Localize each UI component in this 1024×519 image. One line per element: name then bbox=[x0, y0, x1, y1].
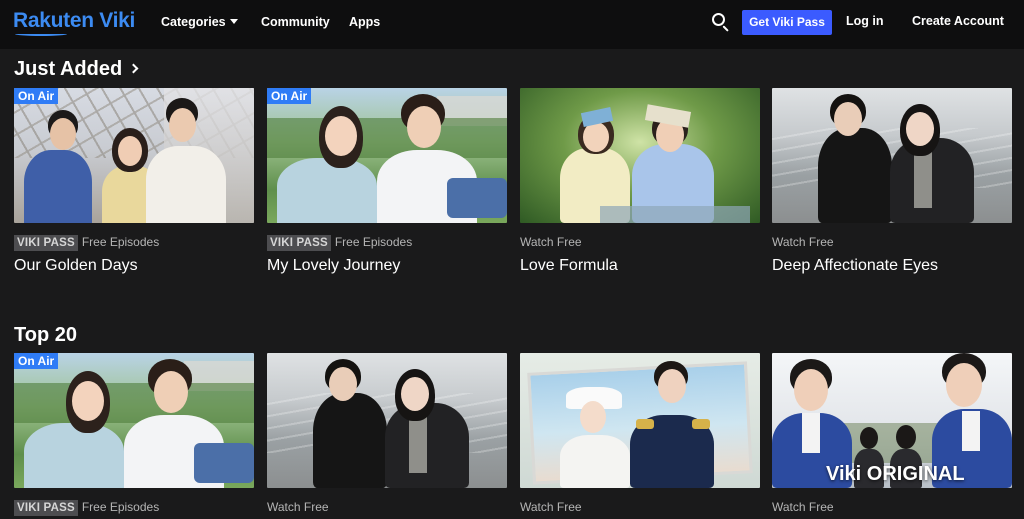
community-link[interactable]: Community bbox=[261, 15, 330, 29]
show-card[interactable]: On Air VIKI PASS Free Episodes Our Golden… bbox=[14, 88, 254, 275]
show-title[interactable]: Deep Affectionate Eyes bbox=[772, 257, 1012, 275]
show-thumbnail[interactable] bbox=[520, 88, 760, 223]
categories-menu[interactable]: Categories bbox=[161, 15, 238, 29]
show-card[interactable]: On Air VIKI PASS Free Episodes My Lovely … bbox=[267, 88, 507, 275]
viki-pass-tag: VIKI PASS bbox=[267, 235, 331, 251]
show-card[interactable]: Watch Free bbox=[520, 353, 760, 515]
show-title[interactable]: Love Formula bbox=[520, 257, 760, 275]
section-title-just-added[interactable]: Just Added bbox=[14, 58, 139, 81]
section-title-text: Top 20 bbox=[14, 324, 77, 346]
show-card[interactable]: Viki ORIGINAL Watch Free bbox=[772, 353, 1012, 515]
on-air-badge: On Air bbox=[14, 353, 59, 369]
show-thumbnail[interactable]: On Air bbox=[14, 353, 254, 488]
get-viki-pass-button[interactable]: Get Viki Pass bbox=[742, 10, 832, 35]
show-card[interactable]: Watch Free Deep Affectionate Eyes bbox=[772, 88, 1012, 275]
availability-row: Watch Free bbox=[772, 234, 1012, 250]
viki-original-label: Viki ORIGINAL bbox=[826, 463, 965, 485]
viki-pass-tag: VIKI PASS bbox=[14, 235, 78, 251]
availability-text: Watch Free bbox=[772, 235, 834, 249]
availability-row: VIKI PASS Free Episodes bbox=[267, 234, 507, 251]
on-air-badge: On Air bbox=[14, 88, 59, 104]
show-thumbnail[interactable] bbox=[520, 353, 760, 488]
on-air-badge: On Air bbox=[267, 88, 312, 104]
top-nav: Rakuten Viki Categories Community Apps G… bbox=[0, 0, 1024, 49]
logo-text: Rakuten Viki bbox=[13, 9, 136, 32]
show-thumbnail[interactable]: Viki ORIGINAL bbox=[772, 353, 1012, 488]
show-thumbnail[interactable] bbox=[772, 88, 1012, 223]
categories-label: Categories bbox=[161, 15, 226, 29]
availability-row: Watch Free bbox=[772, 499, 1012, 515]
show-thumbnail[interactable]: On Air bbox=[267, 88, 507, 223]
chevron-right-icon bbox=[128, 63, 139, 74]
availability-row: VIKI PASS Free Episodes bbox=[14, 234, 254, 251]
show-title[interactable]: My Lovely Journey bbox=[267, 257, 507, 275]
apps-link[interactable]: Apps bbox=[349, 15, 380, 29]
availability-row: Watch Free bbox=[520, 499, 760, 515]
availability-text: Watch Free bbox=[520, 500, 582, 514]
show-thumbnail[interactable] bbox=[267, 353, 507, 488]
show-title[interactable]: Our Golden Days bbox=[14, 257, 254, 275]
availability-text: Watch Free bbox=[267, 500, 329, 514]
availability-row: Watch Free bbox=[267, 499, 507, 515]
section-title-text: Just Added bbox=[14, 58, 123, 80]
login-link[interactable]: Log in bbox=[846, 14, 884, 28]
logo-swoosh bbox=[15, 32, 67, 36]
availability-text: Free Episodes bbox=[334, 235, 413, 249]
show-thumbnail[interactable]: On Air bbox=[14, 88, 254, 223]
availability-text: Free Episodes bbox=[81, 500, 160, 514]
viki-pass-tag: VIKI PASS bbox=[14, 500, 78, 516]
availability-text: Free Episodes bbox=[81, 235, 160, 249]
show-card[interactable]: Watch Free bbox=[267, 353, 507, 515]
availability-row: Watch Free bbox=[520, 234, 760, 250]
search-icon[interactable] bbox=[712, 13, 731, 32]
section-title-top-20[interactable]: Top 20 bbox=[14, 324, 77, 347]
availability-text: Watch Free bbox=[772, 500, 834, 514]
availability-text: Watch Free bbox=[520, 235, 582, 249]
caret-down-icon bbox=[229, 19, 238, 24]
rakuten-viki-logo[interactable]: Rakuten Viki bbox=[13, 9, 136, 36]
availability-row: VIKI PASS Free Episodes bbox=[14, 499, 254, 516]
show-card[interactable]: On Air VIKI PASS Free Episodes bbox=[14, 353, 254, 516]
show-card[interactable]: Watch Free Love Formula bbox=[520, 88, 760, 275]
create-account-link[interactable]: Create Account bbox=[912, 14, 1004, 28]
